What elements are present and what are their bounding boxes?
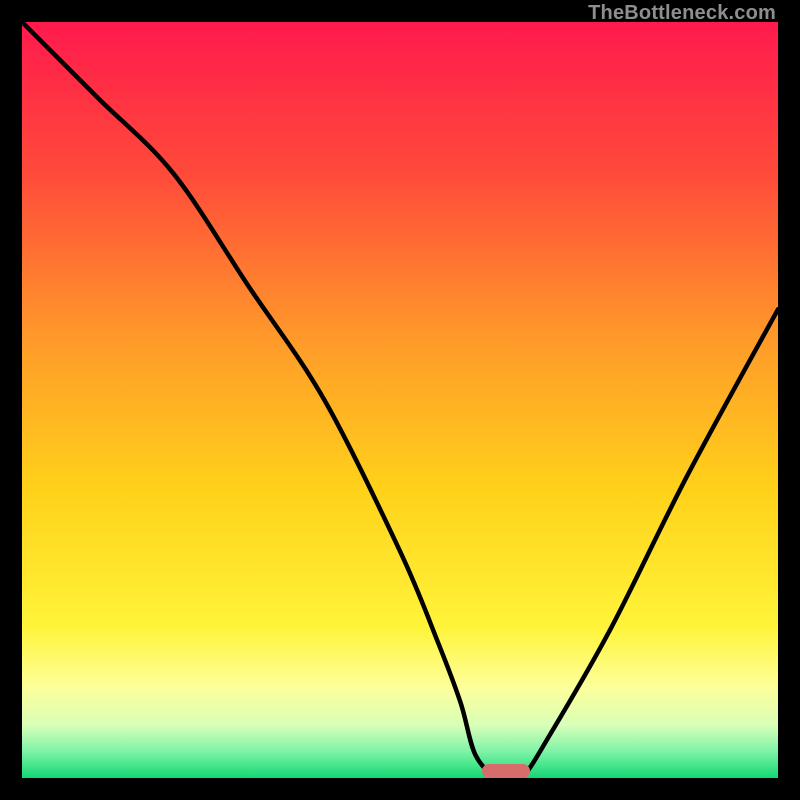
bottleneck-curve (22, 22, 778, 778)
optimal-point-marker (482, 764, 530, 778)
chart-frame: TheBottleneck.com (0, 0, 800, 800)
plot-area (22, 22, 778, 778)
